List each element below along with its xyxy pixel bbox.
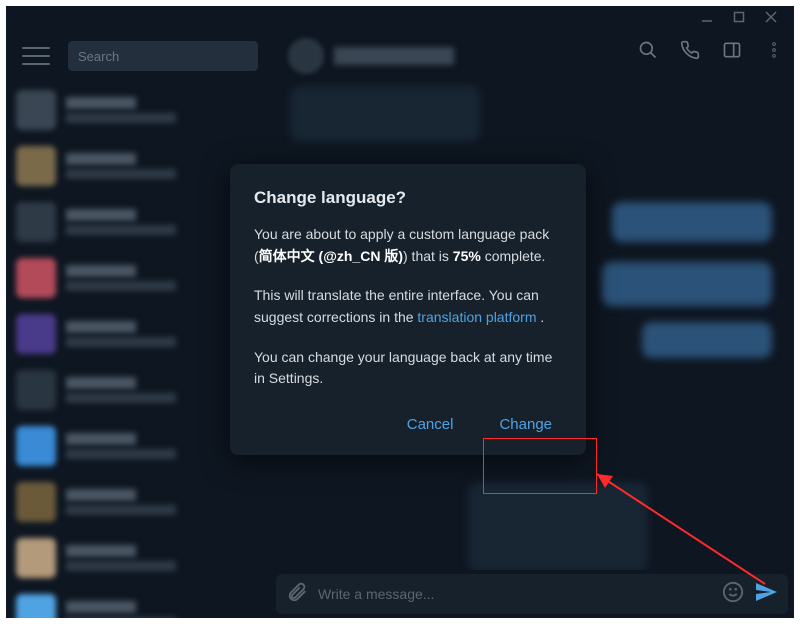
chat-list-item[interactable]: [6, 530, 266, 586]
sidepanel-icon[interactable]: [722, 40, 742, 65]
chat-list-item[interactable]: [6, 474, 266, 530]
chat-name: [66, 433, 136, 445]
chat-name: [66, 153, 136, 165]
chat-title: [334, 47, 454, 65]
call-icon[interactable]: [680, 40, 700, 65]
chat-preview: [66, 393, 176, 403]
close-button[interactable]: [764, 10, 778, 24]
chat-avatar: [16, 538, 56, 578]
send-button[interactable]: [754, 580, 778, 609]
chat-list: [6, 82, 266, 618]
chat-preview: [66, 337, 176, 347]
chat-name: [66, 489, 136, 501]
message-bubble: [468, 482, 648, 570]
chat-name: [66, 377, 136, 389]
chat-list-item[interactable]: [6, 586, 266, 618]
chat-name: [66, 545, 136, 557]
chat-list-item[interactable]: [6, 362, 266, 418]
search-icon[interactable]: [638, 40, 658, 65]
chat-avatar: [288, 38, 324, 74]
dialog-p3: You can change your language back at any…: [254, 347, 562, 390]
compose-bar: Write a message...: [276, 574, 788, 614]
more-icon[interactable]: [764, 40, 784, 65]
chat-preview: [66, 281, 176, 291]
chat-avatar: [16, 202, 56, 242]
chat-preview: [66, 113, 176, 123]
minimize-button[interactable]: [700, 10, 714, 24]
message-bubble: [642, 322, 772, 358]
attach-icon[interactable]: [286, 581, 308, 608]
chat-avatar: [16, 482, 56, 522]
chat-preview: [66, 449, 176, 459]
chat-avatar: [16, 146, 56, 186]
chat-preview: [66, 617, 176, 618]
chat-avatar: [16, 426, 56, 466]
message-bubble: [602, 262, 772, 306]
change-language-dialog: Change language? You are about to apply …: [230, 164, 586, 455]
chat-avatar: [16, 594, 56, 618]
chat-name: [66, 209, 136, 221]
message-bubble: [612, 202, 772, 242]
header-actions: [638, 40, 784, 65]
app-window: Search Write a me: [6, 6, 794, 618]
chat-preview: [66, 225, 176, 235]
chat-list-item[interactable]: [6, 306, 266, 362]
emoji-icon[interactable]: [722, 581, 744, 608]
chat-name: [66, 97, 136, 109]
dialog-body: You are about to apply a custom language…: [254, 224, 562, 390]
chat-list-item[interactable]: [6, 138, 266, 194]
dialog-p1: You are about to apply a custom language…: [254, 224, 562, 267]
chat-avatar: [16, 314, 56, 354]
dialog-actions: Cancel Change: [254, 408, 562, 441]
dialog-title: Change language?: [254, 188, 562, 208]
chat-avatar: [16, 370, 56, 410]
chat-name: [66, 265, 136, 277]
chat-avatar: [16, 90, 56, 130]
dialog-p2: This will translate the entire interface…: [254, 285, 562, 328]
chat-list-item[interactable]: [6, 194, 266, 250]
chat-preview: [66, 505, 176, 515]
chat-preview: [66, 169, 176, 179]
cancel-button[interactable]: Cancel: [397, 408, 464, 441]
menu-button[interactable]: [22, 47, 50, 65]
change-button[interactable]: Change: [489, 408, 562, 441]
chat-preview: [66, 561, 176, 571]
message-input[interactable]: Write a message...: [318, 586, 712, 602]
window-controls: [700, 6, 794, 30]
message-bubble: [290, 86, 480, 142]
search-placeholder: Search: [78, 49, 119, 64]
message-placeholder: Write a message...: [318, 586, 434, 602]
maximize-button[interactable]: [732, 10, 746, 24]
translation-platform-link[interactable]: translation platform: [417, 309, 536, 325]
chat-name: [66, 601, 136, 613]
chat-name: [66, 321, 136, 333]
chat-list-item[interactable]: [6, 250, 266, 306]
search-input[interactable]: Search: [68, 41, 258, 71]
chat-list-item[interactable]: [6, 82, 266, 138]
chat-avatar: [16, 258, 56, 298]
chat-list-item[interactable]: [6, 418, 266, 474]
